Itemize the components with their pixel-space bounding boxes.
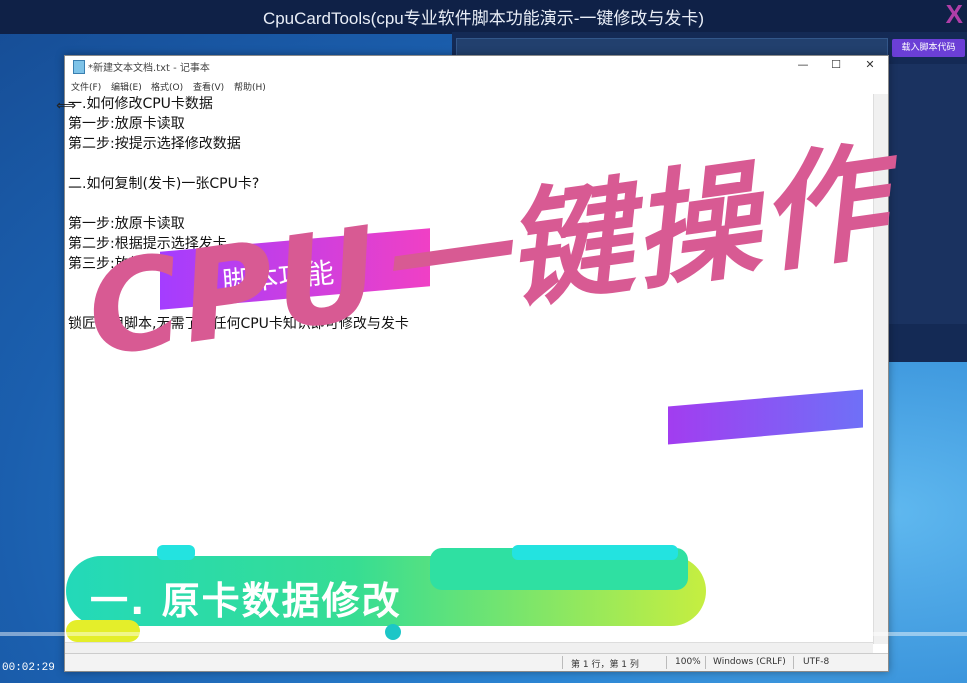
menu-view[interactable]: 查看(V) [193, 80, 224, 93]
timeline-scrubber[interactable] [385, 624, 401, 640]
menu-format[interactable]: 格式(O) [151, 80, 183, 93]
zoom-level: 100% [675, 657, 701, 667]
status-separator [793, 656, 794, 669]
load-script-button[interactable]: 载入脚本代码 [892, 39, 965, 57]
menu-file[interactable]: 文件(F) [71, 80, 101, 93]
video-timecode: 00:02:29 [2, 662, 55, 674]
text-line: 一.如何修改CPU卡数据 [68, 96, 213, 112]
encoding: UTF-8 [803, 657, 830, 667]
script-output-area [888, 64, 967, 324]
status-separator [562, 656, 563, 669]
close-button[interactable]: ✕ [855, 58, 885, 74]
status-separator [705, 656, 706, 669]
notepad-icon [73, 60, 85, 74]
menu-help[interactable]: 帮助(H) [234, 80, 266, 93]
banner-text: 一. 原卡数据修改 [90, 579, 402, 623]
app-title-bar: CpuCardTools(cpu专业软件脚本功能演示-一键修改与发卡) X [0, 0, 967, 34]
decorative-pill [157, 545, 195, 560]
maximize-button[interactable]: ☐ [821, 58, 851, 74]
line-ending: Windows (CRLF) [713, 657, 786, 667]
menu-edit[interactable]: 编辑(E) [111, 80, 142, 93]
notepad-title: *新建文本文档.txt - 记事本 [88, 63, 210, 74]
cursor-position: 第 1 行，第 1 列 [571, 660, 639, 670]
video-timeline[interactable] [0, 632, 967, 636]
app-close-button[interactable]: X [946, 0, 963, 30]
notepad-status-bar: 第 1 行，第 1 列 100% Windows (CRLF) UTF-8 [65, 653, 888, 671]
mouse-cursor-icon: ⟺ [56, 98, 77, 114]
notepad-title-bar: *新建文本文档.txt - 记事本 — ☐ ✕ [65, 56, 888, 76]
app-title: CpuCardTools(cpu专业软件脚本功能演示-一键修改与发卡) [262, 9, 705, 28]
minimize-button[interactable]: — [788, 58, 818, 74]
decorative-pill [512, 545, 678, 560]
status-separator [666, 656, 667, 669]
